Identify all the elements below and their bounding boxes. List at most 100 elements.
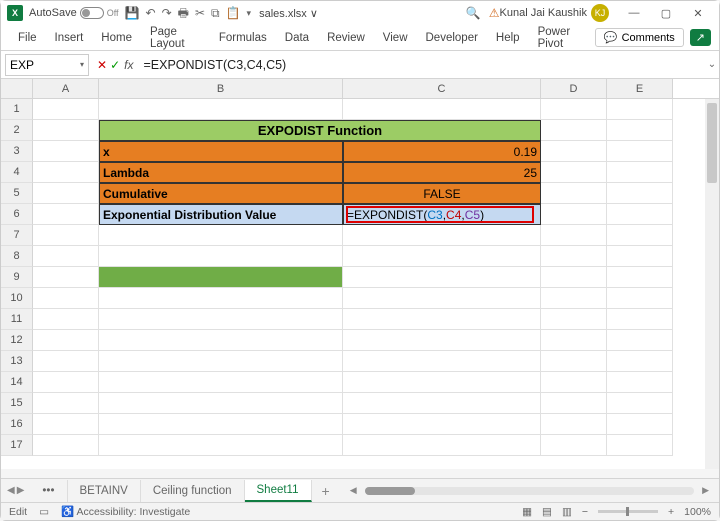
cell-d5[interactable]: [541, 183, 607, 204]
cell-c4[interactable]: 25: [343, 162, 541, 183]
col-header-e[interactable]: E: [607, 79, 673, 98]
cell-b4[interactable]: Lambda: [99, 162, 343, 183]
cell-d1[interactable]: [541, 99, 607, 120]
cell-d2[interactable]: [541, 120, 607, 141]
cell-c14[interactable]: [343, 372, 541, 393]
cell-e9[interactable]: [607, 267, 673, 288]
tab-file[interactable]: File: [9, 25, 46, 50]
cell-a15[interactable]: [33, 393, 99, 414]
tab-view[interactable]: View: [374, 25, 417, 50]
view-page-icon[interactable]: ▤: [542, 506, 552, 518]
hscroll-left-icon[interactable]: ◀: [350, 485, 357, 496]
cell-a14[interactable]: [33, 372, 99, 393]
row-header-14[interactable]: 14: [1, 372, 33, 393]
cell-a17[interactable]: [33, 435, 99, 456]
cell-b12[interactable]: [99, 330, 343, 351]
cell-c8[interactable]: [343, 246, 541, 267]
qat-dropdown-icon[interactable]: ▾: [247, 9, 252, 18]
cell-b3[interactable]: x: [99, 141, 343, 162]
cell-e4[interactable]: [607, 162, 673, 183]
cell-b1[interactable]: [99, 99, 343, 120]
zoom-level[interactable]: 100%: [684, 506, 711, 518]
autosave-toggle[interactable]: AutoSave Off: [29, 7, 119, 19]
share-button[interactable]: ↗: [690, 29, 711, 46]
cell-a5[interactable]: [33, 183, 99, 204]
row-header-3[interactable]: 3: [1, 141, 33, 162]
autosave-switch-icon[interactable]: [80, 7, 104, 19]
row-header-13[interactable]: 13: [1, 351, 33, 372]
col-header-d[interactable]: D: [541, 79, 607, 98]
cell-b10[interactable]: [99, 288, 343, 309]
redo-icon[interactable]: ↷: [162, 7, 172, 19]
tab-help[interactable]: Help: [487, 25, 529, 50]
cell-e2[interactable]: [607, 120, 673, 141]
cell-b14[interactable]: [99, 372, 343, 393]
cell-a10[interactable]: [33, 288, 99, 309]
row-header-11[interactable]: 11: [1, 309, 33, 330]
col-header-c[interactable]: C: [343, 79, 541, 98]
tab-home[interactable]: Home: [92, 25, 141, 50]
filename[interactable]: sales.xlsx ∨: [259, 7, 318, 20]
hscroll-right-icon[interactable]: ▶: [702, 485, 709, 496]
cell-c3[interactable]: 0.19: [343, 141, 541, 162]
save-icon[interactable]: 💾: [125, 7, 140, 19]
cell-d15[interactable]: [541, 393, 607, 414]
print-icon[interactable]: 🖶: [178, 7, 189, 19]
cell-d17[interactable]: [541, 435, 607, 456]
cell-d16[interactable]: [541, 414, 607, 435]
cell-e10[interactable]: [607, 288, 673, 309]
row-header-15[interactable]: 15: [1, 393, 33, 414]
name-box[interactable]: EXP ▾: [5, 54, 89, 76]
search-icon[interactable]: 🔍: [466, 6, 481, 20]
cell-e6[interactable]: [607, 204, 673, 225]
add-sheet-button[interactable]: +: [312, 483, 340, 499]
sheet-tab-ceiling[interactable]: Ceiling function: [141, 480, 245, 502]
fx-icon[interactable]: fx: [124, 58, 133, 72]
stats-icon[interactable]: ▭: [39, 506, 49, 518]
cell-d11[interactable]: [541, 309, 607, 330]
row-header-1[interactable]: 1: [1, 99, 33, 120]
cell-e13[interactable]: [607, 351, 673, 372]
cell-a8[interactable]: [33, 246, 99, 267]
cell-b6[interactable]: Exponential Distribution Value: [99, 204, 343, 225]
cell-c5[interactable]: FALSE: [343, 183, 541, 204]
row-header-4[interactable]: 4: [1, 162, 33, 183]
cell-b7[interactable]: [99, 225, 343, 246]
cell-c6-active[interactable]: =EXPONDIST(C3,C4,C5): [343, 204, 541, 225]
cell-b11[interactable]: [99, 309, 343, 330]
copy-icon[interactable]: ⧉: [211, 7, 220, 19]
cell-b15[interactable]: [99, 393, 343, 414]
row-header-7[interactable]: 7: [1, 225, 33, 246]
sheet-tab-betainv[interactable]: BETAINV: [68, 480, 141, 502]
cell-c10[interactable]: [343, 288, 541, 309]
cell-e11[interactable]: [607, 309, 673, 330]
zoom-out-icon[interactable]: −: [582, 506, 588, 518]
cell-b5[interactable]: Cumulative: [99, 183, 343, 204]
sheet-tab-sheet11[interactable]: Sheet11: [245, 480, 312, 502]
cell-b17[interactable]: [99, 435, 343, 456]
cell-e12[interactable]: [607, 330, 673, 351]
horizontal-scrollbar[interactable]: ◀ ▶: [340, 485, 719, 496]
vertical-scrollbar[interactable]: [705, 99, 719, 469]
row-header-17[interactable]: 17: [1, 435, 33, 456]
cell-a2[interactable]: [33, 120, 99, 141]
row-header-16[interactable]: 16: [1, 414, 33, 435]
cell-b9[interactable]: [99, 267, 343, 288]
cell-a1[interactable]: [33, 99, 99, 120]
cell-c7[interactable]: [343, 225, 541, 246]
cell-title[interactable]: EXPODIST Function: [99, 120, 541, 141]
cell-e15[interactable]: [607, 393, 673, 414]
zoom-in-icon[interactable]: +: [668, 506, 674, 518]
col-header-a[interactable]: A: [33, 79, 99, 98]
sheet-next-icon[interactable]: ▶: [17, 485, 25, 496]
formula-input[interactable]: =EXPONDIST(C3,C4,C5): [139, 58, 705, 72]
select-all-corner[interactable]: [1, 79, 33, 98]
cell-a7[interactable]: [33, 225, 99, 246]
hscroll-track[interactable]: [365, 487, 694, 495]
cell-b8[interactable]: [99, 246, 343, 267]
cut-icon[interactable]: ✂: [195, 7, 205, 19]
cell-a6[interactable]: [33, 204, 99, 225]
cell-b13[interactable]: [99, 351, 343, 372]
row-header-10[interactable]: 10: [1, 288, 33, 309]
sheet-prev-icon[interactable]: ◀: [7, 485, 15, 496]
